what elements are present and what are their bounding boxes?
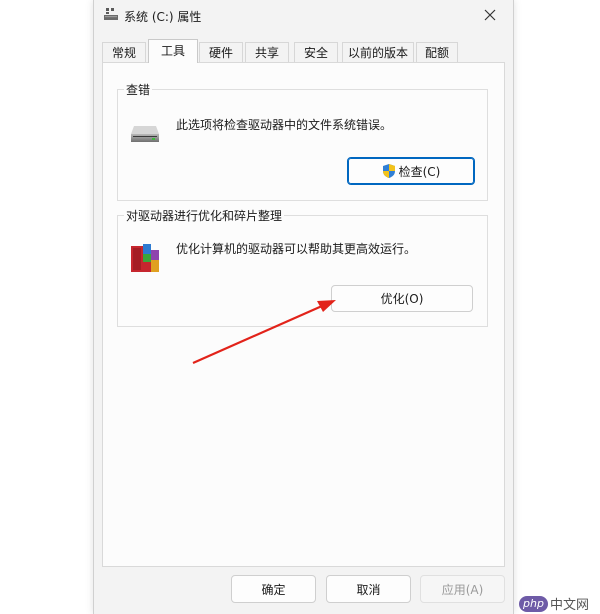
optimize-button[interactable]: 优化(O) <box>331 285 473 312</box>
ok-button[interactable]: 确定 <box>231 575 316 603</box>
watermark-brand: php <box>519 595 548 612</box>
error-check-description: 此选项将检查驱动器中的文件系统错误。 <box>176 118 393 132</box>
error-check-title: 查错 <box>124 81 153 98</box>
drive-icon <box>130 124 160 147</box>
tab-general[interactable]: 常规 <box>102 42 146 62</box>
watermark: php 中文网 <box>519 594 589 613</box>
tab-quota[interactable]: 配额 <box>416 42 458 62</box>
tab-tools[interactable]: 工具 <box>148 39 198 63</box>
cancel-button[interactable]: 取消 <box>326 575 411 603</box>
optimize-description: 优化计算机的驱动器可以帮助其更高效运行。 <box>176 242 417 256</box>
error-check-group: 查错 此选项将检查驱动器中的文件系统错误。 检查(C) <box>117 81 488 201</box>
tools-panel: 查错 此选项将检查驱动器中的文件系统错误。 检查(C) 对驱动器进行优化和碎片整… <box>102 62 505 567</box>
drive-properties-icon <box>103 6 119 22</box>
apply-button[interactable]: 应用(A) <box>420 575 505 603</box>
title-bar: 系统 (C:) 属性 <box>94 0 513 32</box>
tab-sharing[interactable]: 共享 <box>245 42 289 62</box>
window-title: 系统 (C:) 属性 <box>124 10 202 24</box>
tab-hardware[interactable]: 硬件 <box>199 42 243 62</box>
tab-previous-versions[interactable]: 以前的版本 <box>342 42 414 62</box>
uac-shield-icon <box>382 163 396 179</box>
properties-window: 系统 (C:) 属性 常规 工具 硬件 共享 安全 以前的版本 配额 查错 此选… <box>93 0 514 614</box>
close-button[interactable] <box>467 0 513 30</box>
check-button-label: 检查(C) <box>398 164 441 179</box>
watermark-site: 中文网 <box>549 598 589 613</box>
close-icon <box>484 9 496 21</box>
tab-security[interactable]: 安全 <box>294 42 338 62</box>
check-button[interactable]: 检查(C) <box>347 157 475 185</box>
defrag-icon <box>129 240 163 279</box>
optimize-group: 对驱动器进行优化和碎片整理 优化计算机的驱动器可以帮助其更高效运行。 优化(O) <box>117 207 488 327</box>
optimize-title: 对驱动器进行优化和碎片整理 <box>124 207 285 224</box>
